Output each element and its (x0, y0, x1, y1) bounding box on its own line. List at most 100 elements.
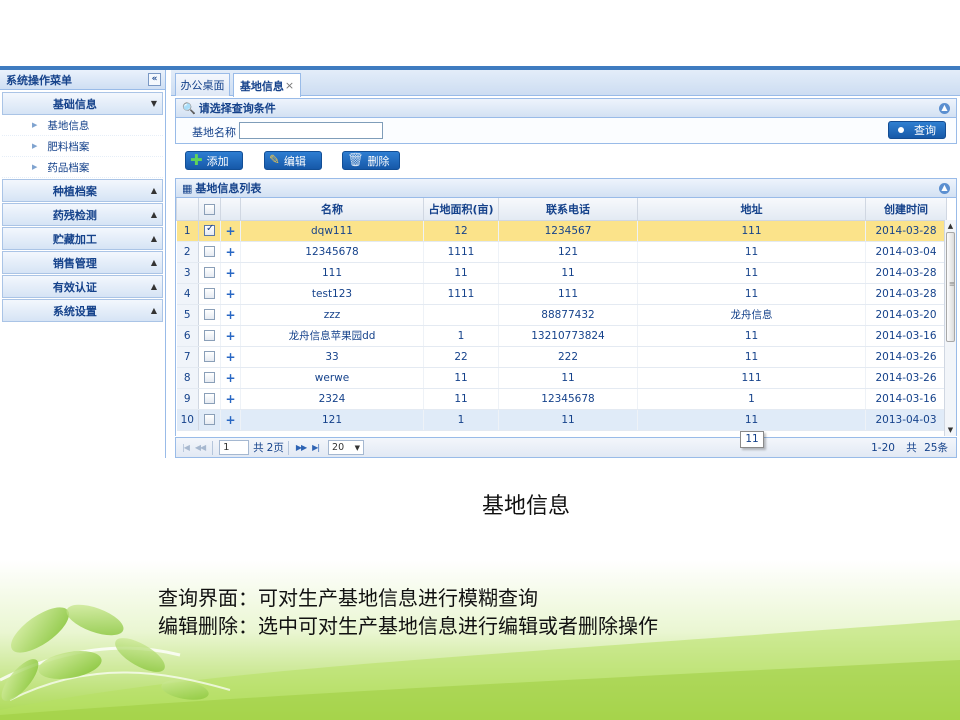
expand-row-icon[interactable]: + (225, 413, 235, 427)
table-row[interactable]: 1 + dqw1111212345671112014-03-28 (176, 220, 947, 242)
collapse-panel-icon[interactable]: ▲ (939, 103, 950, 114)
base-name-input[interactable] (239, 122, 383, 139)
last-page-icon[interactable]: ▶| (312, 443, 320, 452)
checkbox-cell[interactable] (198, 346, 221, 368)
row-checkbox[interactable] (204, 223, 215, 236)
checkbox-cell[interactable] (198, 409, 221, 431)
column-header-name[interactable]: 名称 (240, 198, 424, 221)
sidebar-section-basic-info[interactable]: 基础信息 ▼ (2, 92, 163, 115)
expand-cell[interactable]: + (220, 304, 241, 326)
sidebar-item-label: 基地信息 (47, 119, 90, 132)
expand-row-icon[interactable]: + (225, 287, 235, 301)
expand-row-icon[interactable]: + (225, 266, 235, 280)
sidebar-section-certification[interactable]: 有效认证 ▲ (2, 275, 163, 298)
tab-desktop[interactable]: 办公桌面 (175, 73, 230, 96)
sidebar-item-fertilizer[interactable]: ▶ 肥料档案 (2, 136, 163, 157)
table-row[interactable]: 9 +2324 11 12345678 1 2014-03-16 (176, 388, 947, 410)
collapse-panel-icon[interactable]: ▲ (939, 183, 950, 194)
search-button[interactable]: 查询 (888, 121, 946, 139)
expand-cell[interactable]: + (220, 241, 241, 263)
next-page-icon[interactable]: ▶▶ (296, 443, 307, 452)
checkbox-cell[interactable] (198, 220, 221, 242)
table-row[interactable]: 8 + werwe 11 11 111 2014-03-26 (176, 367, 947, 389)
row-checkbox[interactable] (204, 351, 215, 362)
sidebar-section-planting[interactable]: 种植档案 ▲ (2, 179, 163, 202)
pager-separator (212, 440, 214, 455)
expand-row-icon[interactable]: + (225, 350, 235, 364)
expand-cell[interactable]: + (220, 367, 241, 389)
table-row[interactable]: 2 +12345678 1111 121 11 2014-03-04 (176, 241, 947, 263)
collapse-icon[interactable]: « (148, 73, 161, 86)
expand-row-icon[interactable]: + (225, 329, 235, 343)
checkbox-cell[interactable] (198, 283, 221, 305)
scrollbar-thumb[interactable]: ≡ (946, 232, 955, 342)
table-row[interactable]: 4 + test123 1111 111 11 2014-03-28 (176, 283, 947, 305)
tab-base-info[interactable]: 基地信息 × (233, 73, 301, 97)
scroll-up-icon[interactable]: ▲ (945, 220, 956, 232)
vertical-scrollbar[interactable]: ▲ ≡ ▼ (944, 220, 956, 436)
select-all-checkbox[interactable] (204, 203, 215, 215)
checkbox-cell[interactable] (198, 241, 221, 263)
expand-cell[interactable]: + (220, 220, 241, 242)
expand-cell[interactable]: + (220, 409, 241, 431)
row-checkbox[interactable] (204, 330, 215, 341)
row-checkbox[interactable] (204, 309, 215, 320)
checkbox-cell[interactable] (198, 388, 221, 410)
row-checkbox[interactable] (204, 288, 215, 299)
edit-button[interactable]: ✎ 编辑 (264, 151, 322, 170)
sidebar-section-storage[interactable]: 贮藏加工 ▲ (2, 227, 163, 250)
row-checkbox[interactable] (204, 267, 215, 278)
expand-cell[interactable]: + (220, 388, 241, 410)
add-button[interactable]: ✚ 添加 (185, 151, 243, 170)
sidebar: 系统操作菜单 « 基础信息 ▼ ▶ 基地信息 ▶ 肥料档案 ▶ 药品档案 种植档… (0, 70, 166, 458)
sidebar-item-medicine[interactable]: ▶ 药品档案 (2, 157, 163, 178)
table-row[interactable]: 3 +111 11 11 11 2014-03-28 (176, 262, 947, 284)
checkbox-cell[interactable] (198, 325, 221, 347)
column-header-created[interactable]: 创建时间 (865, 198, 947, 221)
sidebar-item-base-info[interactable]: ▶ 基地信息 (2, 115, 163, 136)
row-number-cell: 7 (176, 346, 199, 368)
page-size-select[interactable]: 20 ▼ (328, 440, 365, 455)
checkbox-cell[interactable] (198, 262, 221, 284)
sidebar-item-label: 药品档案 (47, 161, 90, 174)
sidebar-section-sales[interactable]: 销售管理 ▲ (2, 251, 163, 274)
expand-row-icon[interactable]: + (225, 245, 235, 259)
column-header-address[interactable]: 地址 (637, 198, 866, 221)
expand-row-icon[interactable]: + (225, 392, 235, 406)
expand-row-icon[interactable]: + (225, 308, 235, 322)
close-icon[interactable]: × (285, 79, 294, 92)
sidebar-section-residue[interactable]: 药残检测 ▲ (2, 203, 163, 226)
area-cell: 12 (423, 220, 499, 242)
expand-row-icon[interactable]: + (225, 371, 235, 385)
row-number-cell: 10 (176, 409, 199, 431)
delete-button[interactable]: 🗑 删除 (342, 151, 400, 170)
row-checkbox[interactable] (204, 246, 215, 257)
area-cell: 11 (423, 262, 499, 284)
row-checkbox[interactable] (204, 372, 215, 383)
table-row[interactable]: 5 + zzz 88877432 龙舟信息 2014-03-20 (176, 304, 947, 326)
delete-button-label: 删除 (367, 154, 390, 168)
row-checkbox[interactable] (204, 414, 215, 425)
expand-row-icon[interactable]: + (225, 224, 235, 238)
expand-cell[interactable]: + (220, 325, 241, 347)
table-body: 1+dqw1111212345671112014-03-282+12345678… (176, 220, 947, 431)
scroll-down-icon[interactable]: ▼ (945, 424, 956, 436)
expand-cell[interactable]: + (220, 346, 241, 368)
column-header-area[interactable]: 占地面积(亩) (423, 198, 499, 221)
checkbox-cell[interactable] (198, 367, 221, 389)
main-panel: 🔍 请选择查询条件 ▲ 基地名称 查询 ✚ 添加 ✎ 编辑 🗑 删除 ▦ 基地信… (171, 97, 960, 458)
row-checkbox[interactable] (204, 393, 215, 404)
prev-page-icon[interactable]: ◀◀ (195, 443, 206, 452)
select-all-header[interactable] (198, 198, 221, 221)
table-row[interactable]: 10 +121 1 11 11 2013-04-03 (176, 409, 947, 431)
table-row[interactable]: 6 + 龙舟信息苹果园dd 1 13210773824 11 2014-03-16 (176, 325, 947, 347)
column-header-phone[interactable]: 联系电话 (498, 198, 638, 221)
expand-cell[interactable]: + (220, 283, 241, 305)
table-row[interactable]: 7 +33 22 222 11 2014-03-26 (176, 346, 947, 368)
checkbox-cell[interactable] (198, 304, 221, 326)
sidebar-section-settings[interactable]: 系统设置 ▲ (2, 299, 163, 322)
tab-label: 办公桌面 (180, 79, 225, 92)
page-number-input[interactable]: 1 (219, 440, 250, 455)
first-page-icon[interactable]: |◀ (182, 443, 190, 452)
expand-cell[interactable]: + (220, 262, 241, 284)
